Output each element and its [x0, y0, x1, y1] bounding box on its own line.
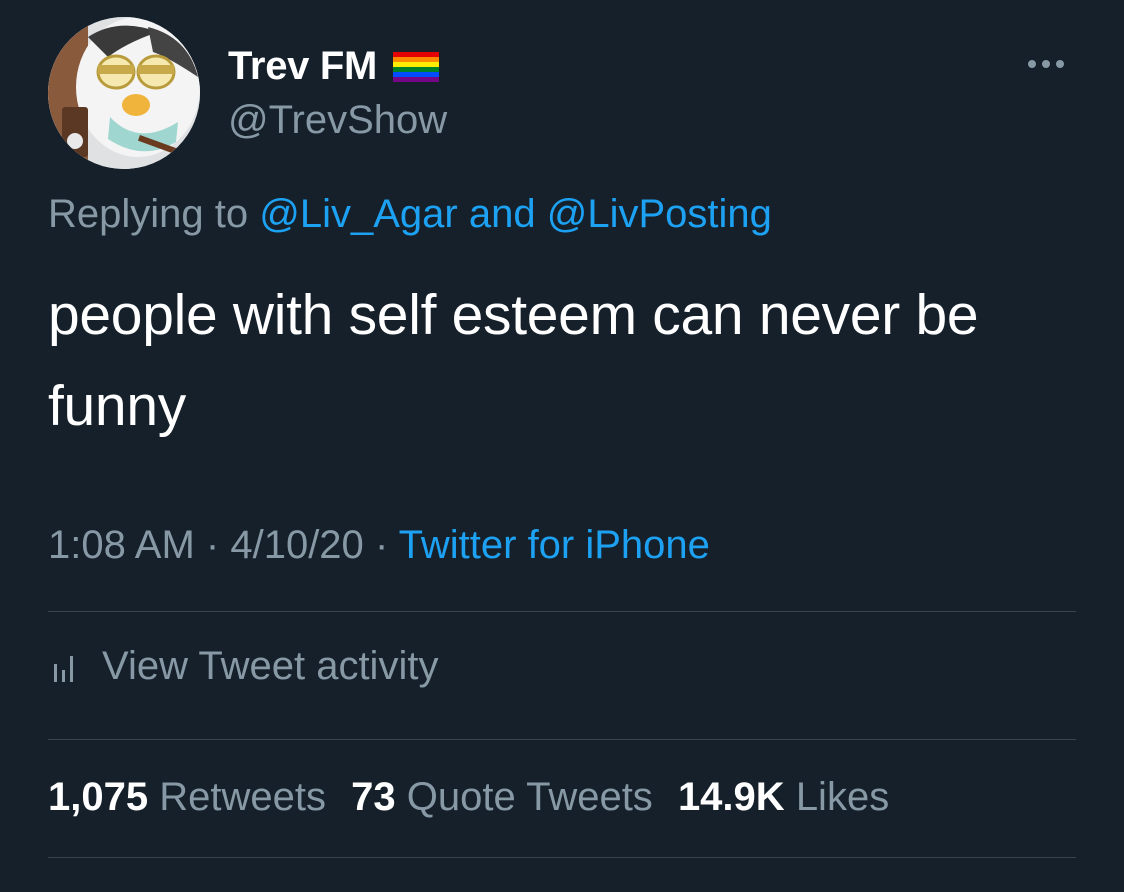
- tweet-time[interactable]: 1:08 AM: [48, 523, 195, 567]
- more-dot: [1042, 60, 1050, 68]
- display-name[interactable]: Trev FM: [228, 44, 377, 89]
- meta-separator: ·: [205, 523, 220, 567]
- replying-prefix: Replying to: [48, 192, 249, 236]
- divider: [48, 739, 1076, 740]
- retweets-count: 1,075: [48, 775, 149, 819]
- quote-tweets-stat[interactable]: 73 Quote Tweets: [351, 775, 653, 819]
- author-handle[interactable]: @TrevShow: [228, 98, 447, 143]
- author-name-row[interactable]: Trev FM: [228, 44, 440, 89]
- likes-count: 14.9K: [677, 775, 785, 819]
- tweet-detail: Trev FM @TrevShow Replying to @Liv_Agar …: [0, 0, 1124, 892]
- replying-to: Replying to @Liv_Agar and @LivPosting: [48, 192, 772, 237]
- avatar[interactable]: [48, 17, 200, 169]
- likes-stat[interactable]: 14.9K Likes: [678, 775, 889, 819]
- retweets-label: Retweets: [159, 775, 326, 819]
- more-dot: [1056, 60, 1064, 68]
- rainbow-flag-icon: [393, 51, 440, 82]
- furby-avatar-icon: [48, 17, 200, 169]
- more-options-icon[interactable]: [1028, 60, 1064, 68]
- likes-label: Likes: [795, 775, 890, 819]
- reply-conjunction[interactable]: and: [469, 192, 536, 236]
- tweet-date[interactable]: 4/10/20: [230, 523, 363, 567]
- view-tweet-activity-label: View Tweet activity: [102, 644, 439, 688]
- more-dot: [1028, 60, 1036, 68]
- reply-mention-livposting[interactable]: @LivPosting: [547, 192, 772, 236]
- bar-chart-icon: [54, 655, 73, 682]
- meta-separator: ·: [374, 523, 389, 567]
- tweet-meta: 1:08 AM · 4/10/20 · Twitter for iPhone: [48, 523, 710, 568]
- tweet-stats: 1,075 Retweets 73 Quote Tweets 14.9K Lik…: [48, 775, 889, 820]
- view-tweet-activity-button[interactable]: View Tweet activity: [48, 644, 438, 689]
- divider: [48, 611, 1076, 612]
- quote-tweets-count: 73: [351, 775, 396, 819]
- retweets-stat[interactable]: 1,075 Retweets: [48, 775, 326, 819]
- tweet-text: people with self esteem can never be fun…: [48, 283, 979, 438]
- divider: [48, 857, 1076, 858]
- quote-tweets-label: Quote Tweets: [406, 775, 653, 819]
- reply-mention-liv-agar[interactable]: @Liv_Agar: [259, 192, 457, 236]
- tweet-source-link[interactable]: Twitter for iPhone: [399, 523, 710, 567]
